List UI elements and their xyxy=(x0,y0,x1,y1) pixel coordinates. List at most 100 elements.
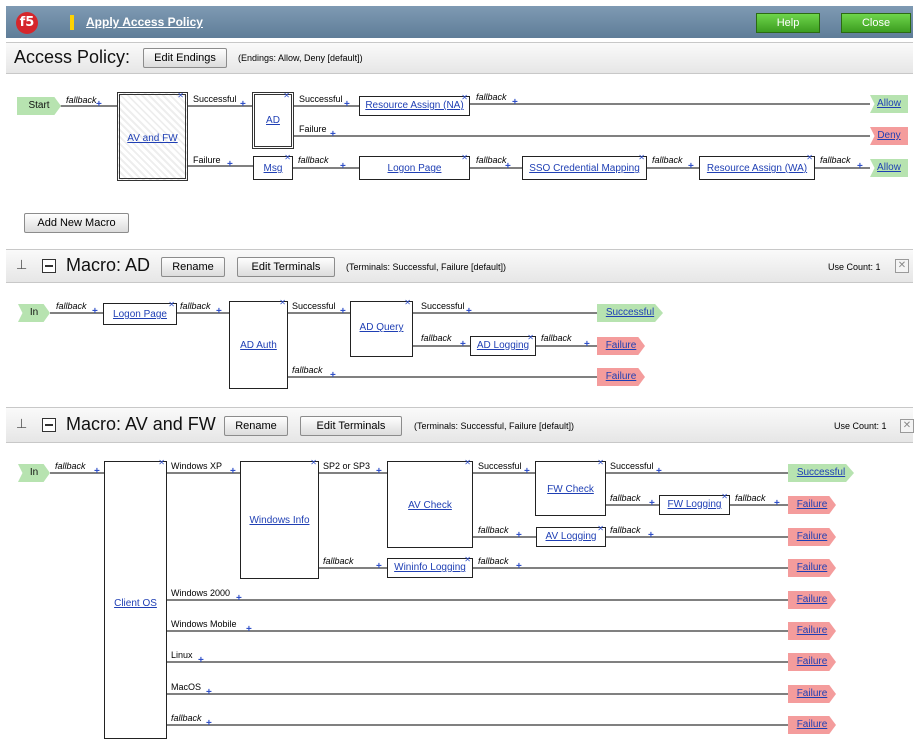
sso-credential-mapping-node[interactable]: ✕ SSO Credential Mapping xyxy=(522,153,647,180)
node-label[interactable]: Msg xyxy=(254,163,292,174)
failure-terminal[interactable]: Failure xyxy=(788,653,836,671)
insert-action-icon[interactable]: + xyxy=(516,530,522,541)
ad-query-node[interactable]: ✕ AD Query xyxy=(350,298,413,357)
ad-logging-node[interactable]: ✕ AD Logging xyxy=(470,333,536,356)
edge-label-successful: Successful xyxy=(478,461,522,471)
remove-icon[interactable]: ✕ xyxy=(284,153,291,162)
node-label[interactable]: Logon Page xyxy=(360,163,469,174)
remove-icon[interactable]: ✕ xyxy=(158,458,165,467)
insert-action-icon[interactable]: + xyxy=(584,339,590,350)
node-label[interactable]: AD Auth xyxy=(230,340,287,351)
av-check-node[interactable]: ✕ AV Check xyxy=(387,458,473,548)
failure-terminal[interactable]: Failure xyxy=(597,368,645,386)
node-label[interactable]: AD xyxy=(255,115,291,126)
remove-icon[interactable]: ✕ xyxy=(168,300,175,309)
insert-action-icon[interactable]: + xyxy=(240,99,246,110)
insert-action-icon[interactable]: + xyxy=(330,370,336,381)
node-label[interactable]: SSO Credential Mapping xyxy=(523,163,646,174)
insert-action-icon[interactable]: + xyxy=(344,99,350,110)
successful-terminal[interactable]: Successful xyxy=(788,464,854,482)
remove-icon[interactable]: ✕ xyxy=(404,298,411,307)
node-label[interactable]: Wininfo Logging xyxy=(388,562,472,573)
logon-page-node[interactable]: ✕ Logon Page xyxy=(359,153,470,180)
client-os-node[interactable]: ✕ Client OS xyxy=(104,458,167,739)
failure-terminal[interactable]: Failure xyxy=(788,685,836,703)
insert-action-icon[interactable]: + xyxy=(857,161,863,172)
remove-icon[interactable]: ✕ xyxy=(310,458,317,467)
remove-icon[interactable]: ✕ xyxy=(597,458,604,467)
remove-icon[interactable]: ✕ xyxy=(461,153,468,162)
fw-check-node[interactable]: ✕ FW Check xyxy=(535,458,606,516)
insert-action-icon[interactable]: + xyxy=(92,306,98,317)
insert-action-icon[interactable]: + xyxy=(774,498,780,509)
insert-action-icon[interactable]: + xyxy=(206,718,212,729)
add-new-macro-button[interactable]: Add New Macro xyxy=(24,213,129,233)
failure-terminal[interactable]: Failure xyxy=(788,559,836,577)
remove-icon[interactable]: ✕ xyxy=(638,153,645,162)
resource-assign-na-node[interactable]: ✕ Resource Assign (NA) xyxy=(359,93,470,116)
node-label[interactable]: AD Logging xyxy=(471,340,535,351)
insert-action-icon[interactable]: + xyxy=(460,339,466,350)
failure-terminal[interactable]: Failure xyxy=(788,716,836,734)
insert-action-icon[interactable]: + xyxy=(330,129,336,140)
insert-action-icon[interactable]: + xyxy=(376,561,382,572)
failure-terminal[interactable]: Failure xyxy=(788,591,836,609)
deny-terminal[interactable]: Deny xyxy=(870,127,908,145)
insert-action-icon[interactable]: + xyxy=(688,161,694,172)
insert-action-icon[interactable]: + xyxy=(376,466,382,477)
allow-terminal[interactable]: Allow xyxy=(870,95,908,113)
resource-assign-wa-node[interactable]: ✕ Resource Assign (WA) xyxy=(699,153,815,180)
insert-action-icon[interactable]: + xyxy=(227,159,233,170)
fw-logging-node[interactable]: ✕ FW Logging xyxy=(659,492,730,515)
insert-action-icon[interactable]: + xyxy=(340,161,346,172)
insert-action-icon[interactable]: + xyxy=(340,306,346,317)
failure-terminal[interactable]: Failure xyxy=(597,337,645,355)
msg-node[interactable]: ✕ Msg xyxy=(253,153,293,180)
insert-action-icon[interactable]: + xyxy=(230,466,236,477)
av-and-fw-macro-node[interactable]: ✕ AV and FW xyxy=(117,91,188,181)
node-label[interactable]: AV Logging xyxy=(537,531,605,542)
insert-action-icon[interactable]: + xyxy=(656,466,662,477)
edge-label-successful: Successful xyxy=(193,94,237,104)
node-label[interactable]: AV and FW xyxy=(120,133,185,144)
failure-terminal[interactable]: Failure xyxy=(788,622,836,640)
insert-action-icon[interactable]: + xyxy=(206,687,212,698)
remove-icon[interactable]: ✕ xyxy=(283,91,290,100)
insert-action-icon[interactable]: + xyxy=(94,466,100,477)
insert-action-icon[interactable]: + xyxy=(216,306,222,317)
insert-action-icon[interactable]: + xyxy=(236,593,242,604)
insert-action-icon[interactable]: + xyxy=(246,624,252,635)
remove-icon[interactable]: ✕ xyxy=(279,298,286,307)
insert-action-icon[interactable]: + xyxy=(505,161,511,172)
insert-action-icon[interactable]: + xyxy=(96,99,102,110)
node-label[interactable]: Windows Info xyxy=(241,515,318,526)
insert-action-icon[interactable]: + xyxy=(198,655,204,666)
insert-action-icon[interactable]: + xyxy=(512,97,518,108)
successful-terminal[interactable]: Successful xyxy=(597,304,663,322)
av-logging-node[interactable]: ✕ AV Logging xyxy=(536,524,606,547)
node-label[interactable]: FW Check xyxy=(536,484,605,495)
insert-action-icon[interactable]: + xyxy=(648,530,654,541)
failure-terminal[interactable]: Failure xyxy=(788,528,836,546)
insert-action-icon[interactable]: + xyxy=(649,498,655,509)
remove-icon[interactable]: ✕ xyxy=(464,458,471,467)
windows-info-node[interactable]: ✕ Windows Info xyxy=(240,458,319,579)
allow-terminal[interactable]: Allow xyxy=(870,159,908,177)
node-label[interactable]: Logon Page xyxy=(104,309,176,320)
logon-page-node[interactable]: ✕ Logon Page xyxy=(103,300,177,325)
remove-icon[interactable]: ✕ xyxy=(177,91,184,100)
node-label[interactable]: Client OS xyxy=(105,598,166,609)
ad-auth-node[interactable]: ✕ AD Auth xyxy=(229,298,288,389)
remove-icon[interactable]: ✕ xyxy=(806,153,813,162)
insert-action-icon[interactable]: + xyxy=(524,466,530,477)
node-label[interactable]: AV Check xyxy=(388,500,472,511)
failure-terminal[interactable]: Failure xyxy=(788,496,836,514)
node-label[interactable]: FW Logging xyxy=(660,499,729,510)
insert-action-icon[interactable]: + xyxy=(516,561,522,572)
node-label[interactable]: Resource Assign (NA) xyxy=(360,100,469,111)
ad-macro-node[interactable]: ✕ AD xyxy=(252,91,294,149)
insert-action-icon[interactable]: + xyxy=(466,306,472,317)
wininfo-logging-node[interactable]: ✕ Wininfo Logging xyxy=(387,555,473,578)
node-label[interactable]: AD Query xyxy=(351,322,412,333)
node-label[interactable]: Resource Assign (WA) xyxy=(700,163,814,174)
